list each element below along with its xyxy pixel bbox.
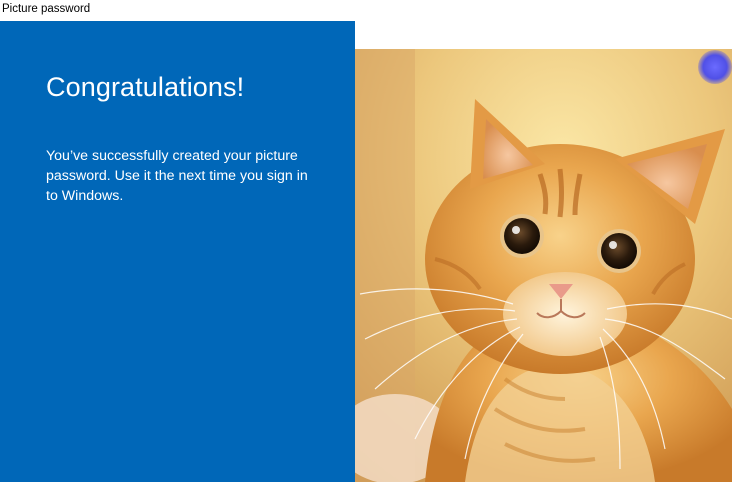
congratulations-heading: Congratulations! [46,72,245,102]
success-message: You’ve successfully created your picture… [46,148,308,204]
cat-photo-icon [355,49,732,482]
info-panel: Congratulations! You’ve successfully cre… [0,21,355,482]
cat-picture[interactable] [355,49,732,482]
title-bar: Picture password [0,0,732,20]
window-title: Picture password [2,3,91,15]
picture-password-window: Picture password Congratulations! You’ve… [0,0,732,482]
gesture-marker [696,49,732,85]
